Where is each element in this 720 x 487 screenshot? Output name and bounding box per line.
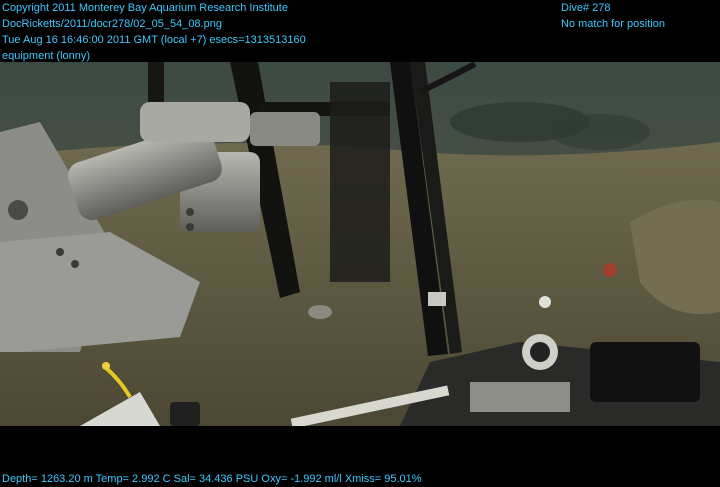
header-right: Dive# 278 No match for position	[561, 0, 665, 32]
timestamp-text: Tue Aug 16 16:46:00 2011 GMT (local +7) …	[2, 34, 306, 46]
seafloor-video-frame	[0, 62, 720, 426]
position-status-text: No match for position	[561, 18, 665, 30]
red-organism	[603, 263, 617, 277]
telemetry-text: Depth= 1263.20 m Temp= 2.992 C Sal= 34.4…	[2, 473, 422, 485]
dive-number-text: Dive# 278	[561, 2, 611, 14]
file-path-text: DocRicketts/2011/docr278/02_05_54_08.png	[2, 18, 222, 30]
header-left: Copyright 2011 Monterey Bay Aquarium Res…	[2, 0, 306, 64]
copyright-text: Copyright 2011 Monterey Bay Aquarium Res…	[2, 2, 288, 14]
telemetry-bar: Depth= 1263.20 m Temp= 2.992 C Sal= 34.4…	[2, 471, 422, 487]
dark-patch	[550, 114, 650, 150]
underwater-scene	[0, 62, 720, 426]
